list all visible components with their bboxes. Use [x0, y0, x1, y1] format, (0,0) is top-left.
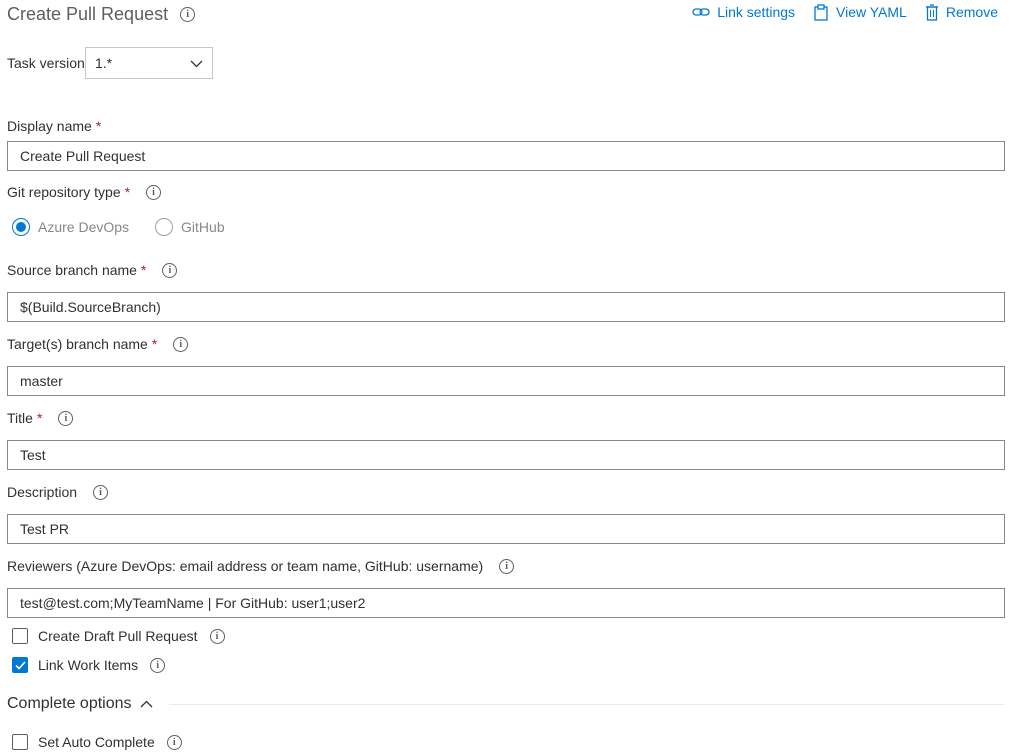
required-mark: *	[124, 184, 131, 200]
radio-azure-devops[interactable]: Azure DevOps	[12, 218, 129, 236]
target-branch-label: Target(s) branch name * i	[7, 336, 189, 352]
info-icon[interactable]: i	[499, 558, 515, 574]
description-input[interactable]: Test PR	[7, 514, 1005, 544]
page-title: Create Pull Request	[7, 4, 169, 24]
info-icon[interactable]: i	[146, 184, 162, 200]
required-mark: *	[140, 262, 147, 278]
section-divider	[168, 703, 1005, 705]
target-branch-label-text: Target(s) branch name	[7, 336, 148, 352]
description-label: Description i	[7, 484, 109, 500]
source-branch-label-text: Source branch name	[7, 262, 137, 278]
description-label-text: Description	[7, 484, 78, 500]
page-title-bar: Create Pull Request i	[7, 4, 196, 25]
link-settings-button[interactable]: Link settings	[692, 2, 795, 22]
task-version-value: 1.*	[95, 55, 113, 71]
complete-options-heading: Complete options	[7, 695, 132, 712]
target-branch-input[interactable]: master	[7, 366, 1005, 396]
title-label-text: Title	[7, 410, 33, 426]
trash-icon	[925, 3, 939, 21]
draft-pr-label: Create Draft Pull Request	[38, 628, 198, 644]
required-mark: *	[151, 336, 158, 352]
required-mark: *	[95, 118, 102, 134]
chevron-down-icon	[190, 55, 203, 71]
reviewers-label-text: Reviewers (Azure DevOps: email address o…	[7, 558, 484, 574]
info-icon[interactable]: i	[150, 657, 166, 673]
display-name-label-text: Display name	[7, 118, 92, 134]
radio-github[interactable]: GitHub	[155, 218, 225, 236]
info-icon[interactable]: i	[162, 262, 178, 278]
task-version-label: Task version	[7, 55, 85, 71]
info-icon[interactable]: i	[173, 336, 189, 352]
source-branch-input[interactable]: $(Build.SourceBranch)	[7, 292, 1005, 322]
info-icon[interactable]: i	[93, 484, 109, 500]
clipboard-icon	[813, 3, 829, 21]
reviewers-input[interactable]: test@test.com;MyTeamName | For GitHub: u…	[7, 588, 1005, 618]
auto-complete-label: Set Auto Complete	[38, 734, 155, 750]
title-label: Title * i	[7, 410, 74, 426]
reviewers-label: Reviewers (Azure DevOps: email address o…	[7, 558, 515, 574]
link-work-items-checkbox[interactable]	[12, 657, 28, 673]
git-repo-type-label: Git repository type * i	[7, 184, 162, 200]
info-icon[interactable]: i	[58, 410, 74, 426]
chevron-up-icon	[140, 695, 153, 713]
complete-options-section: Complete options	[7, 695, 1005, 713]
radio-github-label: GitHub	[181, 219, 225, 235]
display-name-input[interactable]: Create Pull Request	[7, 141, 1005, 171]
auto-complete-checkbox[interactable]	[12, 734, 28, 750]
git-repo-type-label-text: Git repository type	[7, 184, 121, 200]
display-name-label: Display name *	[7, 118, 101, 134]
info-icon[interactable]: i	[166, 734, 182, 750]
checkmark-icon	[14, 660, 26, 670]
git-repo-type-radio-group: Azure DevOps GitHub	[12, 218, 225, 236]
task-version-select[interactable]: 1.*	[85, 47, 213, 79]
view-yaml-label: View YAML	[836, 4, 907, 20]
link-icon	[692, 5, 710, 19]
info-icon[interactable]: i	[209, 628, 225, 644]
info-icon[interactable]: i	[180, 7, 196, 22]
remove-button[interactable]: Remove	[925, 2, 998, 22]
complete-options-toggle[interactable]: Complete options	[7, 695, 153, 713]
auto-complete-checkbox-row[interactable]: Set Auto Complete i	[12, 734, 182, 750]
radio-button[interactable]	[155, 218, 174, 236]
link-settings-label: Link settings	[717, 4, 796, 20]
radio-azure-devops-label: Azure DevOps	[38, 219, 130, 235]
title-input[interactable]: Test	[7, 440, 1005, 470]
link-work-items-label: Link Work Items	[38, 657, 139, 673]
radio-button-selected[interactable]	[12, 218, 30, 236]
toolbar: Link settings View YAML Remove	[692, 2, 998, 22]
remove-label: Remove	[945, 4, 998, 20]
source-branch-label: Source branch name * i	[7, 262, 178, 278]
link-work-items-checkbox-row[interactable]: Link Work Items i	[12, 657, 166, 673]
required-mark: *	[36, 410, 43, 426]
draft-pr-checkbox-row[interactable]: Create Draft Pull Request i	[12, 628, 225, 644]
view-yaml-button[interactable]: View YAML	[813, 2, 907, 22]
draft-pr-checkbox[interactable]	[12, 628, 28, 644]
